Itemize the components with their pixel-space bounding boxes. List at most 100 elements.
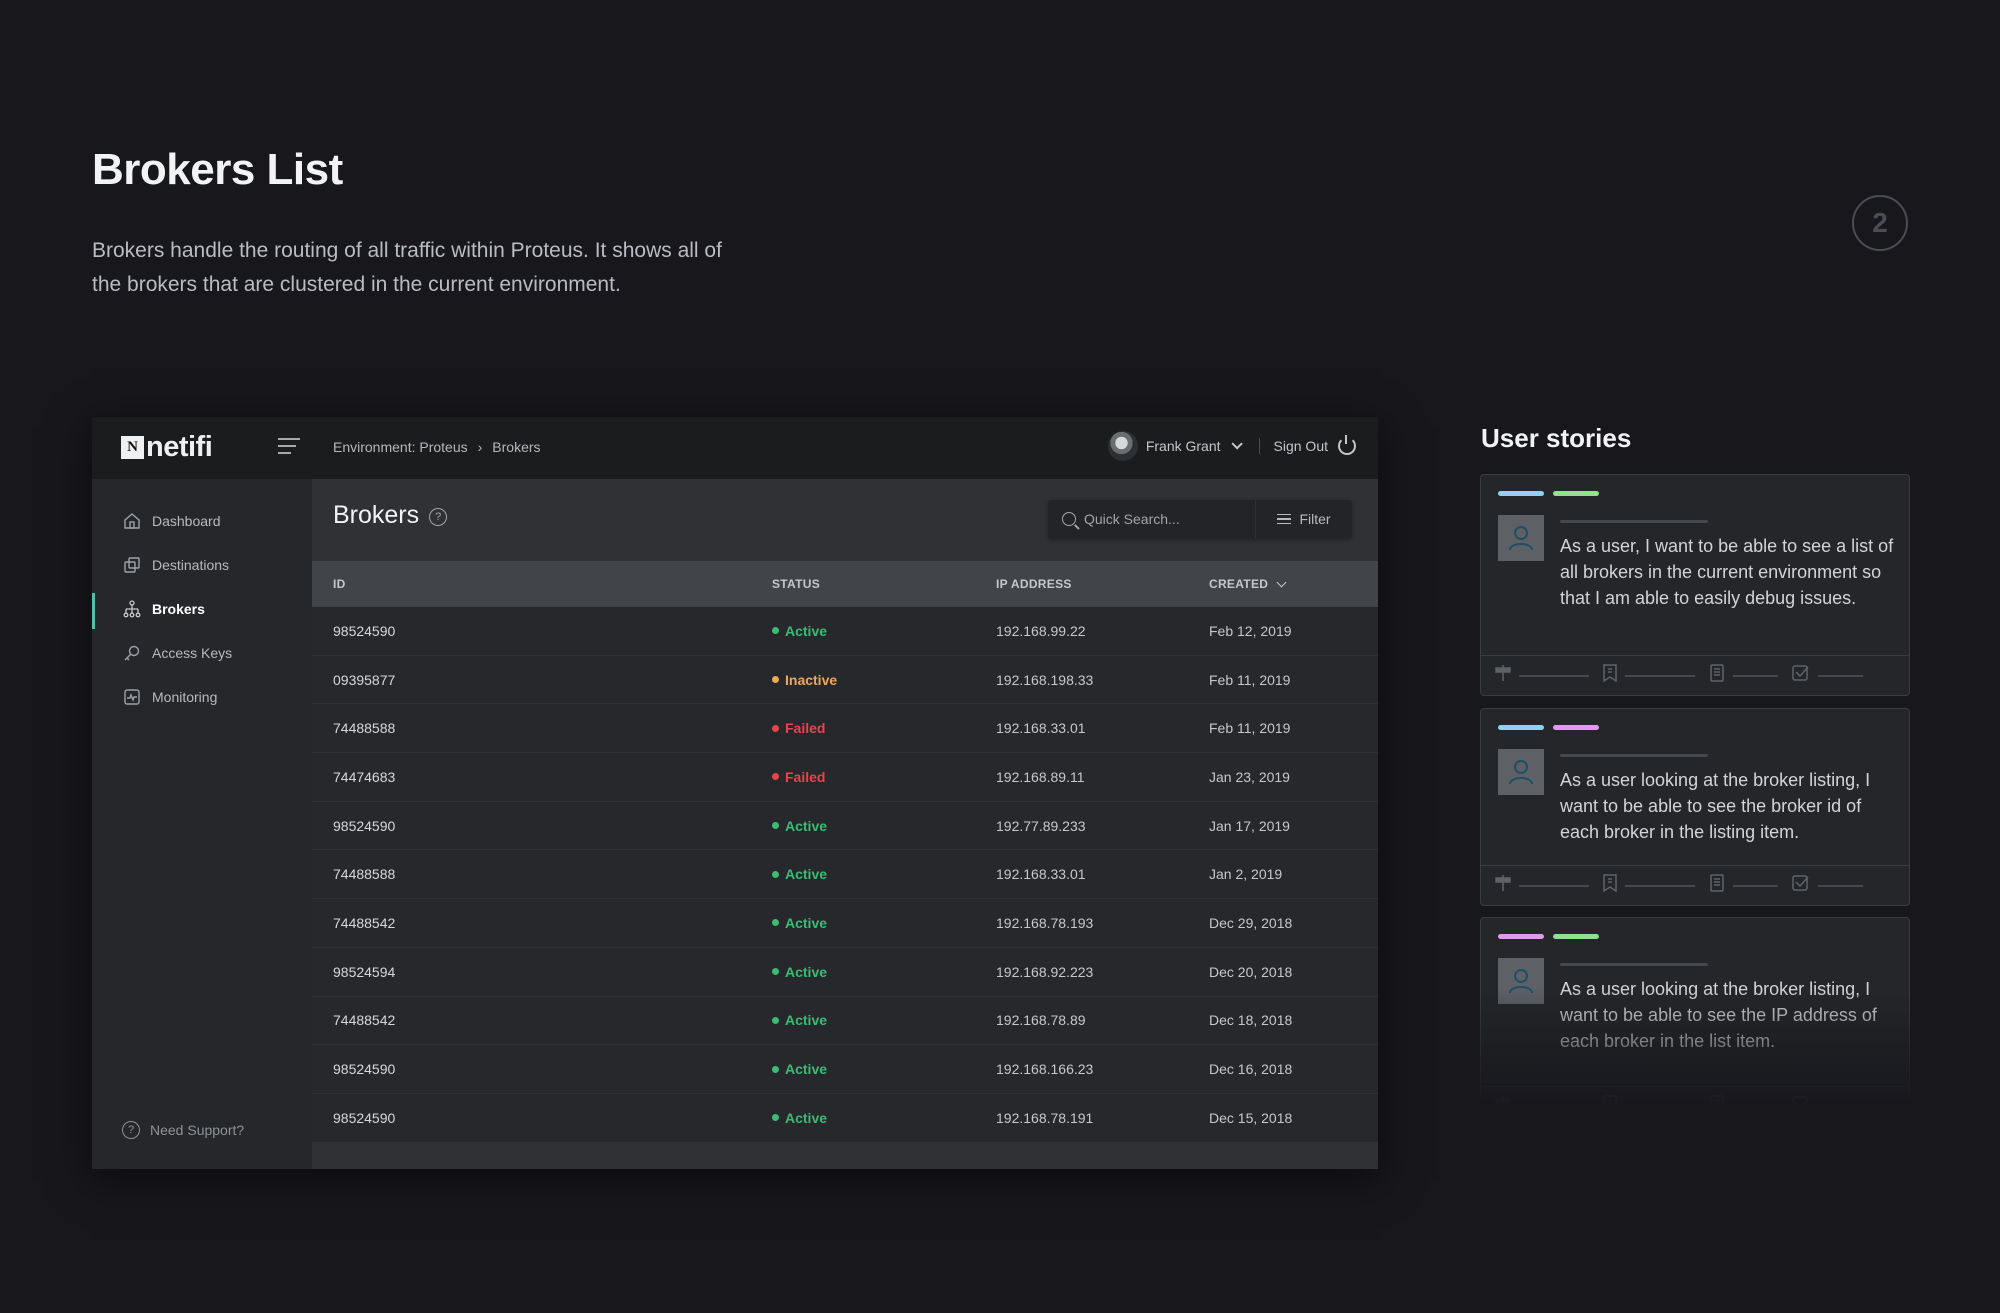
- hamburger-menu-icon[interactable]: [278, 438, 300, 456]
- document-icon: [1709, 664, 1725, 687]
- story-footer-item: [1495, 874, 1589, 897]
- need-support-link[interactable]: ? Need Support?: [122, 1121, 244, 1139]
- column-header-created-label: CREATED: [1209, 577, 1269, 591]
- user-avatar-icon: [1498, 749, 1544, 795]
- signpost-icon: [1495, 1095, 1511, 1118]
- table-row[interactable]: 09395877 Inactive 192.168.198.33 Feb 11, 20…: [312, 655, 1378, 705]
- column-header-id[interactable]: ID: [312, 577, 772, 591]
- sidebar-item-brokers[interactable]: Brokers: [92, 587, 312, 631]
- status-label: Active: [785, 817, 828, 834]
- table-row[interactable]: 74488542 Active 192.168.78.89 Dec 18, 2018: [312, 996, 1378, 1046]
- table-row[interactable]: 74488542 Active 192.168.78.193 Dec 29, 2018: [312, 899, 1378, 948]
- tag-pink: [1498, 934, 1544, 939]
- status-badge: Active: [772, 1110, 996, 1126]
- status-badge: Failed: [772, 720, 996, 736]
- status-dot-icon: [772, 773, 779, 781]
- table-row[interactable]: 74474683 Failed 192.168.89.11 Jan 23, 2019: [312, 753, 1378, 802]
- user-story-text: As a user, I want to be able to see a li…: [1560, 536, 1894, 608]
- chevron-right-icon: ›: [477, 439, 483, 455]
- story-footer-item: [1709, 664, 1778, 687]
- status-badge: Active: [772, 964, 996, 980]
- user-story-card[interactable]: As a user looking at the broker listing,…: [1480, 708, 1910, 906]
- status-dot-icon: [772, 968, 779, 976]
- quick-search-input[interactable]: [1084, 511, 1244, 527]
- status-dot-icon: [772, 822, 779, 830]
- story-footer-item: [1495, 1095, 1589, 1118]
- sidebar-item-access-keys[interactable]: Access Keys: [92, 631, 312, 675]
- created-date: Jan 17, 2019: [1209, 817, 1290, 834]
- step-number-badge: 2: [1852, 195, 1908, 251]
- status-label: Active: [785, 1012, 828, 1029]
- broker-id: 98524590: [333, 817, 396, 834]
- story-footer-item: [1603, 1095, 1695, 1118]
- help-icon[interactable]: ?: [429, 508, 448, 526]
- status-dot-icon: [772, 870, 779, 878]
- story-tags: [1498, 725, 1608, 730]
- ip-address: 192.168.99.22: [996, 622, 1086, 639]
- user-avatar-icon: [1498, 958, 1544, 1004]
- created-date: Dec 15, 2018: [1209, 1109, 1293, 1126]
- chevron-down-icon[interactable]: [1230, 438, 1243, 450]
- table-header: ID STATUS IP ADDRESS CREATED: [312, 561, 1378, 607]
- question-icon: ?: [122, 1121, 140, 1139]
- destinations-icon: [122, 555, 142, 575]
- story-tags: [1498, 934, 1608, 939]
- column-header-status[interactable]: STATUS: [772, 577, 996, 591]
- table-row[interactable]: 74488588 Active 192.168.33.01 Jan 2, 2019: [312, 850, 1378, 900]
- need-support-label: Need Support?: [150, 1122, 245, 1138]
- sort-descending-icon[interactable]: [1276, 577, 1287, 587]
- user-story-card[interactable]: As a user looking at the broker listing,…: [1480, 917, 1910, 1128]
- user-story-text: As a user looking at the broker listing,…: [1560, 979, 1877, 1051]
- avatar[interactable]: [1107, 431, 1138, 461]
- checkbox-icon: [1792, 874, 1810, 897]
- status-label: Active: [785, 866, 828, 883]
- status-label: Failed: [785, 768, 826, 785]
- story-footer: [1481, 655, 1909, 695]
- checkbox-icon: [1792, 1095, 1810, 1118]
- status-label: Inactive: [785, 671, 838, 688]
- table-row[interactable]: 98524590 Active 192.168.99.22 Feb 12, 2019: [312, 607, 1378, 656]
- sign-out-button[interactable]: Sign Out: [1274, 438, 1328, 454]
- monitoring-icon: [122, 687, 142, 707]
- table-row[interactable]: 98524590 Active 192.168.166.23 Dec 16, 2018: [312, 1045, 1378, 1094]
- signpost-icon: [1495, 874, 1511, 897]
- breadcrumb-environment[interactable]: Environment: Proteus: [333, 439, 468, 455]
- power-icon[interactable]: [1338, 435, 1356, 455]
- table-row[interactable]: 98524590 Active 192.168.78.191 Dec 15, 2018: [312, 1093, 1378, 1143]
- sidebar-item-destinations[interactable]: Destinations: [92, 543, 312, 587]
- sidebar-item-label: Destinations: [152, 557, 230, 573]
- created-date: Feb 11, 2019: [1209, 720, 1291, 737]
- created-date: Dec 20, 2018: [1209, 963, 1293, 980]
- filter-label: Filter: [1299, 511, 1331, 527]
- status-label: Active: [785, 963, 828, 980]
- table-row[interactable]: 98524590 Active 192.77.89.233 Jan 17, 2019: [312, 801, 1378, 851]
- filter-button[interactable]: Filter: [1256, 500, 1352, 538]
- column-header-created[interactable]: CREATED: [1209, 577, 1378, 591]
- status-badge: Active: [772, 623, 996, 639]
- ip-address: 192.168.78.89: [996, 1012, 1086, 1029]
- broker-id: 74488542: [333, 914, 396, 931]
- search-icon: [1062, 512, 1076, 526]
- sidebar-item-monitoring[interactable]: Monitoring: [92, 675, 312, 719]
- signpost-icon: [1495, 664, 1511, 687]
- table-row[interactable]: 98524594 Active 192.168.92.223 Dec 20, 2018: [312, 947, 1378, 997]
- column-header-ip-address[interactable]: IP ADDRESS: [996, 577, 1209, 591]
- status-dot-icon: [772, 627, 779, 635]
- top-bar: N netifi Environment: Proteus › Brokers …: [92, 417, 1378, 479]
- tag-green: [1553, 934, 1599, 939]
- sidebar-item-dashboard[interactable]: Dashboard: [92, 499, 312, 543]
- table-row[interactable]: 74488588 Failed 192.168.33.01 Feb 11, 2019: [312, 704, 1378, 754]
- story-footer-item: [1603, 874, 1695, 897]
- user-name[interactable]: Frank Grant: [1146, 438, 1221, 454]
- tag-blue: [1498, 725, 1544, 730]
- status-badge: Active: [772, 1012, 996, 1028]
- sidebar-item-label: Access Keys: [152, 645, 233, 661]
- logo[interactable]: N netifi: [121, 433, 213, 462]
- user-story-card[interactable]: As a user, I want to be able to see a li…: [1480, 474, 1910, 696]
- ip-address: 192.168.78.191: [996, 1109, 1094, 1126]
- search-filter-bar: Filter: [1048, 500, 1352, 538]
- broker-id: 98524590: [333, 1061, 396, 1078]
- user-avatar-icon: [1498, 515, 1544, 561]
- ip-address: 192.77.89.233: [996, 817, 1086, 834]
- key-icon: [122, 643, 142, 663]
